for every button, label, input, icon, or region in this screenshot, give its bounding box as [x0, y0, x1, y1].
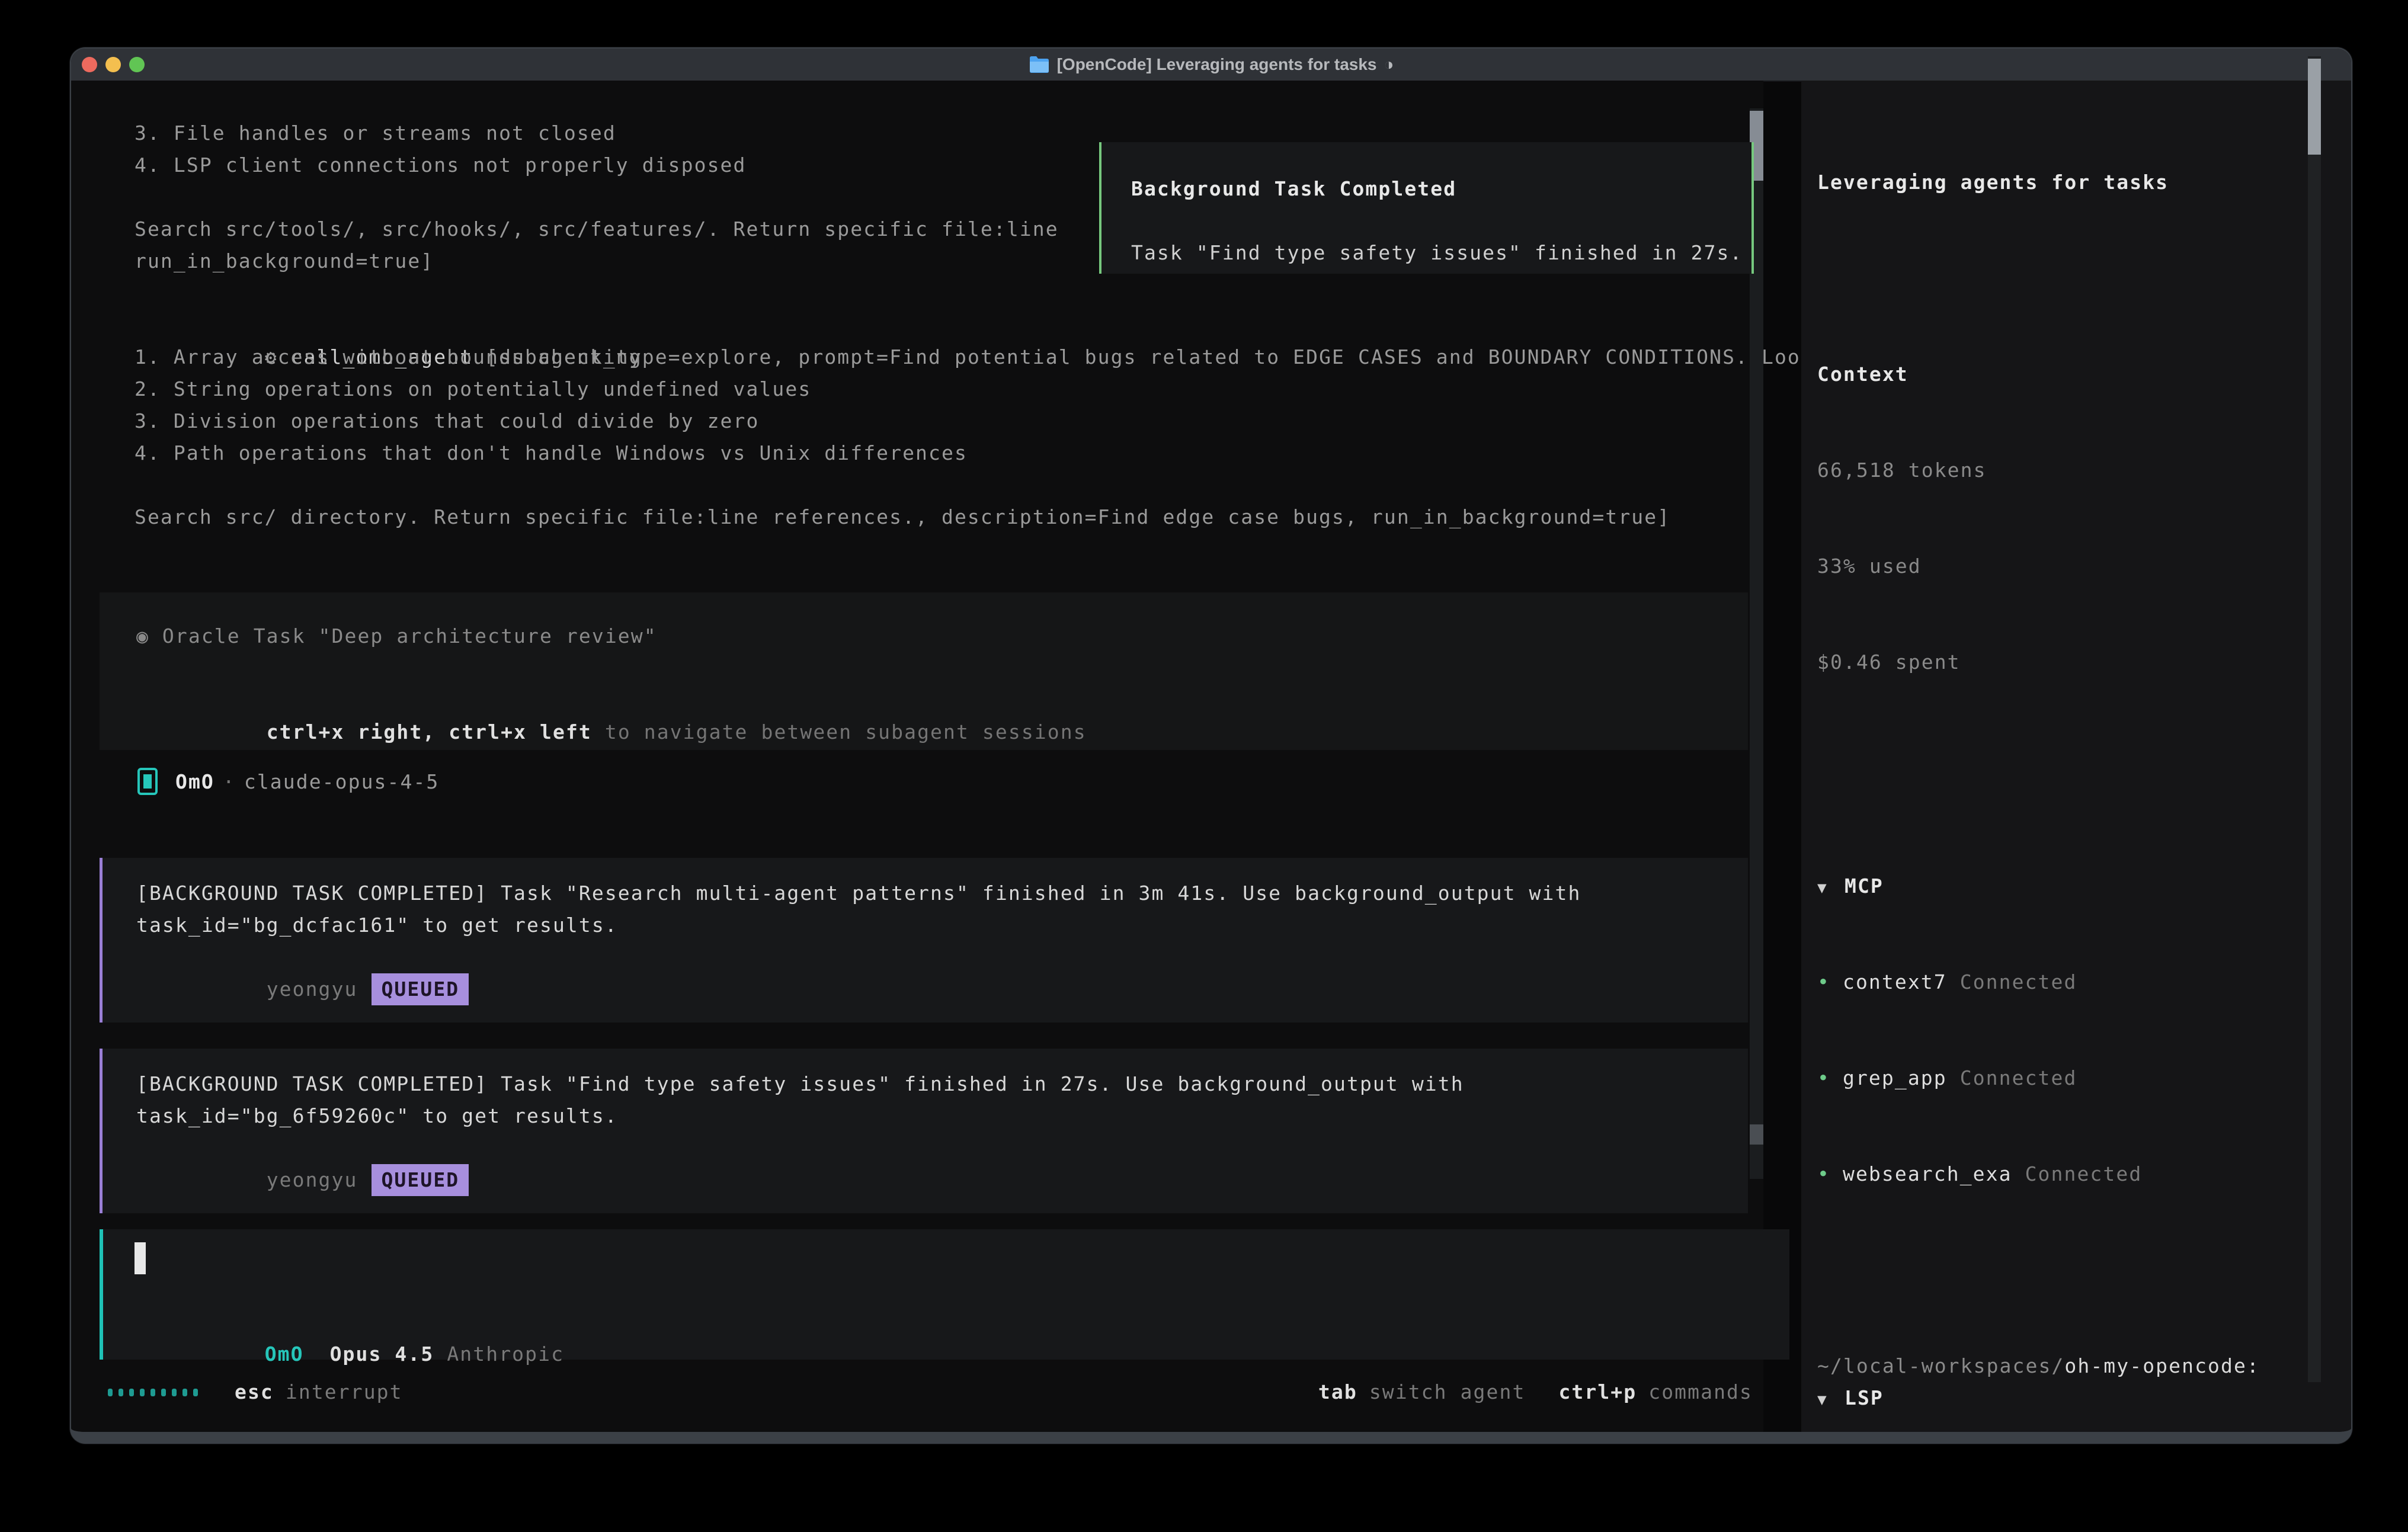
context-spent: $0.46 spent — [1817, 646, 2351, 678]
mcp-item: •websearch_exa Connected — [1817, 1158, 2351, 1190]
agent-model: claude-opus-4-5 — [244, 770, 440, 793]
tab-key-label: switch agent — [1369, 1376, 1526, 1408]
blank-line — [1817, 262, 2351, 294]
terminal-line: 4. Path operations that don't handle Win… — [135, 437, 1758, 469]
status-bar: esc interrupt tab switch agent ctrl+p co… — [108, 1376, 1753, 1408]
sidebar-scrollbar-thumb[interactable] — [2308, 59, 2321, 155]
esc-key-hint: esc — [235, 1376, 274, 1408]
context-heading: Context — [1817, 358, 2351, 390]
mcp-item-name: context7 — [1843, 970, 1947, 993]
mcp-item: •context7 Connected — [1817, 966, 2351, 998]
opencode-window: [OpenCode] Leveraging agents for tasks ◑… — [70, 47, 2352, 1444]
folder-icon — [1029, 56, 1050, 73]
tool-call-args: [subagent_type=explore, prompt=Find pote… — [473, 345, 1866, 368]
agent-header: OmO · claude-opus-4-5 — [137, 765, 439, 797]
status-right: tab switch agent ctrl+p commands — [1318, 1376, 1753, 1408]
ctrlp-key-label: commands — [1648, 1376, 1753, 1408]
bullet-icon: • — [1817, 966, 1843, 998]
esc-key-label: interrupt — [286, 1376, 403, 1408]
task-author: yeongyu — [267, 1168, 358, 1191]
status-badge: QUEUED — [372, 973, 469, 1005]
text-cursor — [135, 1242, 146, 1274]
close-button[interactable] — [82, 57, 97, 72]
prompt-input[interactable]: OmOOpus 4.5Anthropic — [100, 1229, 1789, 1360]
oracle-hint-rest: to navigate between subagent sessions — [592, 720, 1087, 743]
task-message-line: task_id="bg_6f59260c" to get results. — [136, 1100, 1748, 1132]
minimize-button[interactable] — [105, 57, 121, 72]
status-badge: QUEUED — [372, 1164, 469, 1196]
mcp-heading: MCP — [1845, 874, 1884, 898]
window-title: [OpenCode] Leveraging agents for tasks ◑ — [71, 55, 2351, 74]
ctrlp-key-hint: ctrl+p — [1558, 1376, 1637, 1408]
spinner-dots — [108, 1389, 198, 1396]
oracle-task-heading: ◉ Oracle Task "Deep architecture review" — [136, 620, 1748, 652]
input-footer: OmOOpus 4.5Anthropic — [135, 1306, 564, 1338]
mcp-section-header[interactable]: ▼MCP — [1817, 870, 2351, 902]
oracle-hint-keys: ctrl+x right, ctrl+x left — [267, 720, 592, 743]
mcp-item-name: grep_app — [1843, 1066, 1947, 1089]
tool-call-line: ⚙ call_omo_agent [subagent_type=explore,… — [135, 309, 1758, 341]
task-message: [BACKGROUND TASK COMPLETED] Task "Resear… — [100, 858, 1748, 1023]
bullet-icon: • — [1817, 1062, 1843, 1094]
workspace-info: ~/local-workspaces/oh-my-opencode: maste… — [1817, 1286, 2260, 1444]
workspace-path: ~/local-workspaces/oh-my-opencode: — [1817, 1350, 2260, 1382]
status-left: esc interrupt — [108, 1376, 403, 1408]
context-used: 33% used — [1817, 550, 2351, 582]
toast-body: Task "Find type safety issues" finished … — [1131, 237, 1751, 269]
mcp-item-name: websearch_exa — [1843, 1162, 2012, 1185]
mcp-item-status: Connected — [2025, 1162, 2143, 1185]
blank-line — [1817, 1254, 2351, 1286]
mcp-item-status: Connected — [1960, 1066, 2077, 1089]
chevron-down-icon: ▼ — [1817, 872, 1845, 904]
zoom-button[interactable] — [129, 57, 145, 72]
task-message: [BACKGROUND TASK COMPLETED] Task "Find t… — [100, 1049, 1748, 1213]
input-provider-label: Anthropic — [447, 1342, 564, 1366]
task-message-footer: yeongyuQUEUED — [136, 1132, 1748, 1164]
bullet-icon: • — [1817, 1158, 1843, 1190]
workspace-path-name: oh-my-opencode: — [2064, 1354, 2260, 1377]
blank-line — [136, 652, 1748, 684]
workspace-path-prefix: ~/local-workspaces/ — [1817, 1354, 2064, 1377]
oracle-hint-line: ctrl+x right, ctrl+x left to navigate be… — [136, 684, 1748, 716]
task-message-line: [BACKGROUND TASK COMPLETED] Task "Resear… — [136, 877, 1748, 909]
input-agent-label: OmO — [265, 1342, 304, 1366]
blank-line — [1817, 742, 2351, 774]
terminal-line: 2. String operations on potentially unde… — [135, 373, 1758, 405]
oracle-task-box: ◉ Oracle Task "Deep architecture review"… — [100, 592, 1748, 750]
tab-key-hint: tab — [1318, 1376, 1357, 1408]
task-author: yeongyu — [267, 977, 358, 1001]
mcp-item-status: Connected — [1960, 970, 2077, 993]
terminal-pane[interactable]: 3. File handles or streams not closed 4.… — [71, 81, 1763, 1432]
input-model-label: Opus 4.5 — [330, 1342, 434, 1366]
screenshot-stage: [OpenCode] Leveraging agents for tasks ◑… — [0, 0, 2408, 1532]
window-title-text: [OpenCode] Leveraging agents for tasks — [1057, 55, 1377, 74]
traffic-lights — [71, 49, 145, 81]
titlebar: [OpenCode] Leveraging agents for tasks ◑ — [71, 49, 2351, 82]
session-title: Leveraging agents for tasks — [1817, 166, 2351, 198]
task-message-line: task_id="bg_dcfac161" to get results. — [136, 909, 1748, 941]
sidebar: Leveraging agents for tasks Context 66,5… — [1801, 81, 2351, 1432]
background-task-toast[interactable]: Background Task Completed Task "Find typ… — [1099, 142, 1754, 274]
edited-indicator-icon: ◑ — [1384, 55, 1394, 74]
agent-separator: · — [223, 770, 236, 793]
sidebar-scrollbar[interactable] — [2308, 56, 2321, 1382]
blank-line — [1131, 205, 1751, 237]
toast-title: Background Task Completed — [1131, 173, 1751, 205]
terminal-line: Search src/ directory. Return specific f… — [135, 501, 1758, 533]
blank-line — [135, 277, 1758, 309]
agent-avatar-icon — [137, 768, 158, 795]
mcp-item: •grep_app Connected — [1817, 1062, 2351, 1094]
agent-name: OmO — [175, 770, 214, 793]
context-tokens: 66,518 tokens — [1817, 454, 2351, 486]
blank-line — [135, 469, 1758, 501]
main-scrollbar-thumb-bottom[interactable] — [1750, 1124, 1763, 1145]
task-message-line: [BACKGROUND TASK COMPLETED] Task "Find t… — [136, 1068, 1748, 1100]
terminal-line: 3. Division operations that could divide… — [135, 405, 1758, 437]
task-message-footer: yeongyuQUEUED — [136, 941, 1748, 973]
